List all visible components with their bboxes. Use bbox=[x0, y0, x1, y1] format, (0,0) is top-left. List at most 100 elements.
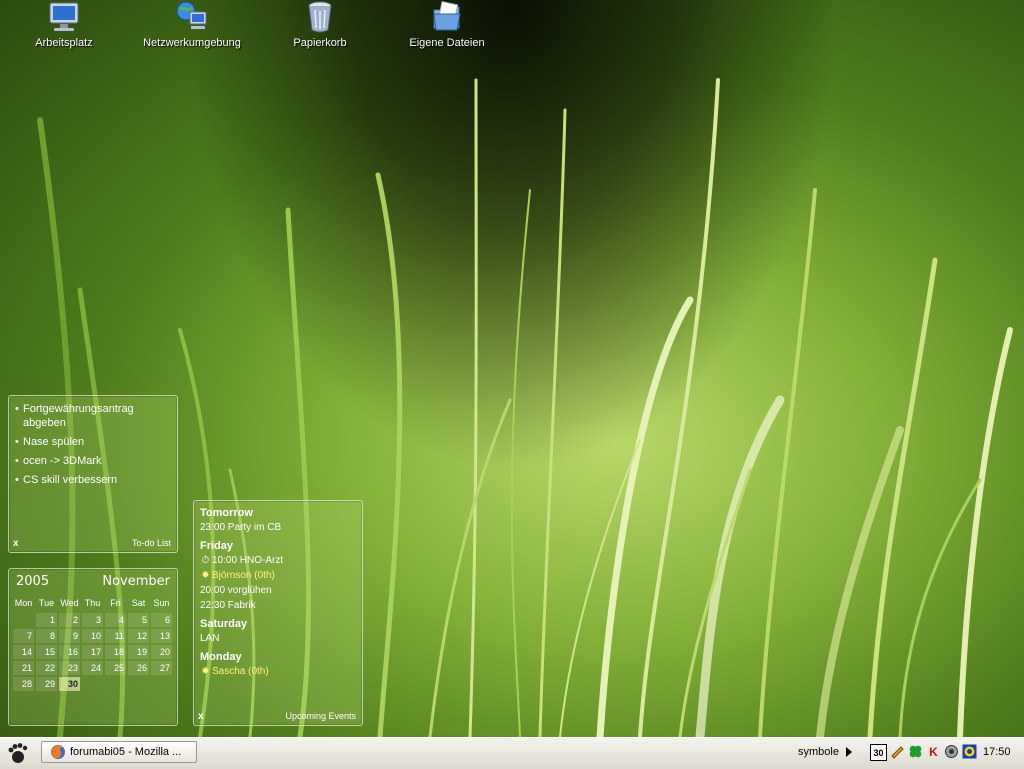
event-entry[interactable]: 23:00 Party im CB bbox=[194, 519, 362, 534]
target-icon[interactable] bbox=[962, 744, 977, 759]
todo-item[interactable]: ocen -> 3DMark bbox=[15, 454, 171, 468]
calendar-day[interactable]: 14 bbox=[13, 645, 34, 659]
calendar-weekday: Thu bbox=[84, 598, 101, 608]
calendar-day[interactable]: 28 bbox=[13, 677, 34, 691]
calendar-day[interactable]: 18 bbox=[105, 645, 126, 659]
calendar-day[interactable]: 21 bbox=[13, 661, 34, 675]
calendar-weekday: Mon bbox=[14, 598, 33, 608]
calendar-widget: 2005 November Mon Tue Wed Thu Fri Sat Sun 1234… bbox=[8, 568, 178, 726]
event-entry[interactable]: LAN bbox=[194, 630, 362, 645]
calendar-day[interactable]: 20 bbox=[151, 645, 172, 659]
network-icon bbox=[176, 1, 207, 29]
todo-item[interactable]: CS skill verbessern bbox=[15, 473, 171, 487]
calendar-weekday: Wed bbox=[60, 598, 79, 608]
calendar-day[interactable]: 17 bbox=[82, 645, 103, 659]
desktop-icon-arbeitsplatz[interactable]: Arbeitsplatz bbox=[9, 0, 119, 49]
calendar-day[interactable]: 4 bbox=[105, 613, 126, 627]
todo-item[interactable]: Nase spülen bbox=[15, 435, 171, 449]
calendar-day[interactable]: 3 bbox=[82, 613, 103, 627]
taskbar-window-title: forumabi05 - Mozilla ... bbox=[70, 746, 182, 758]
calendar-day[interactable]: 19 bbox=[128, 645, 149, 659]
todo-caption: To-do List bbox=[131, 538, 171, 548]
calendar-day[interactable]: 15 bbox=[36, 645, 57, 659]
firefox-icon bbox=[51, 745, 65, 759]
event-day-heading: Saturday bbox=[200, 618, 248, 630]
calendar-day[interactable]: 6 bbox=[151, 613, 172, 627]
todo-item[interactable]: Fortgewährungsantrag abgeben bbox=[15, 402, 171, 430]
calendar-day[interactable]: 29 bbox=[36, 677, 57, 691]
event-text: Sascha (0th) bbox=[212, 666, 269, 677]
calendar-body: 1 2 3 4 5 6 7 8 9 10 11 12 13 14 15 16 17 18 19 20 21 22 23 24 2… bbox=[13, 613, 172, 691]
todo-list: Fortgewährungsantrag abgeben Nase spülen… bbox=[9, 396, 177, 487]
clover-icon[interactable] bbox=[908, 744, 923, 759]
todo-close-button[interactable]: x bbox=[13, 538, 19, 549]
calendar-day[interactable]: 27 bbox=[151, 661, 172, 675]
calendar-empty-cell bbox=[13, 613, 34, 627]
calendar-day[interactable]: 12 bbox=[128, 629, 149, 643]
desktop-icon-label: Arbeitsplatz bbox=[35, 37, 93, 49]
calendar-day[interactable]: 7 bbox=[13, 629, 34, 643]
calendar-week-row: 21 22 23 24 25 26 27 bbox=[13, 661, 172, 675]
birthday-entry[interactable]: ✹ Björnson (0th) bbox=[194, 567, 362, 582]
calendar-day[interactable]: 22 bbox=[36, 661, 57, 675]
calendar-grid: Mon Tue Wed Thu Fri Sat Sun 1 2 3 4 5 6 7 8 9 10 11 12 13 1… bbox=[11, 593, 174, 693]
calendar-day-today[interactable]: 30 bbox=[59, 677, 80, 691]
calendar-day[interactable]: 13 bbox=[151, 629, 172, 643]
calendar-month: November bbox=[102, 574, 170, 589]
calendar-week-row: 14 15 16 17 18 19 20 bbox=[13, 645, 172, 659]
todo-widget: Fortgewährungsantrag abgeben Nase spülen… bbox=[8, 395, 178, 553]
calendar-empty-cell bbox=[105, 677, 126, 691]
tray-label[interactable]: symbole bbox=[798, 746, 839, 758]
desktop-icon-label: Eigene Dateien bbox=[409, 37, 485, 49]
calendar-day[interactable]: 23 bbox=[59, 661, 80, 675]
birthday-entry[interactable]: ✹ Sascha (0th) bbox=[194, 663, 362, 678]
desktop-icon-label: Netzwerkumgebung bbox=[143, 37, 241, 49]
event-text: 22:30 Fabrik bbox=[200, 600, 256, 611]
calendar-day[interactable]: 10 bbox=[82, 629, 103, 643]
speaker-icon[interactable] bbox=[944, 744, 959, 759]
calendar-day[interactable]: 16 bbox=[59, 645, 80, 659]
taskbar-window-button[interactable]: forumabi05 - Mozilla ... bbox=[41, 741, 197, 763]
events-close-button[interactable]: x bbox=[198, 711, 204, 722]
k-red-icon[interactable]: K bbox=[926, 744, 941, 759]
calendar-year: 2005 bbox=[16, 574, 50, 589]
alarm-clock-icon: ⏱ bbox=[201, 555, 210, 566]
desktop-icon-netzwerkumgebung[interactable]: Netzwerkumgebung bbox=[137, 0, 247, 49]
calendar-day[interactable]: 9 bbox=[59, 629, 80, 643]
calendar-week-row: 28 29 30 bbox=[13, 677, 172, 691]
calendar-day[interactable]: 2 bbox=[59, 613, 80, 627]
system-tray: 30 K bbox=[870, 744, 977, 761]
desktop-icon-eigene-dateien[interactable]: Eigene Dateien bbox=[392, 0, 502, 49]
events-list: Tomorrow 23:00 Party im CB Friday ⏱ 10:00 HN… bbox=[194, 501, 362, 678]
event-day-heading: Tomorrow bbox=[200, 507, 253, 519]
calendar-day[interactable]: 5 bbox=[128, 613, 149, 627]
calendar-empty-cell bbox=[82, 677, 103, 691]
calendar-30-icon[interactable]: 30 bbox=[870, 744, 887, 761]
calendar-day[interactable]: 24 bbox=[82, 661, 103, 675]
taskbar: forumabi05 - Mozilla ... symbole 30 K 17… bbox=[0, 737, 1024, 769]
recycle-bin-icon bbox=[308, 1, 332, 33]
desktop-icon-papierkorb[interactable]: Papierkorb bbox=[265, 0, 375, 49]
calendar-empty-cell bbox=[151, 677, 172, 691]
calendar-weekday: Sat bbox=[131, 598, 146, 608]
pencil-icon[interactable] bbox=[890, 744, 905, 759]
calendar-day[interactable]: 25 bbox=[105, 661, 126, 675]
calendar-day[interactable]: 11 bbox=[105, 629, 126, 643]
event-entry[interactable]: 20:00 vorglühen bbox=[194, 582, 362, 597]
calendar-day[interactable]: 1 bbox=[36, 613, 57, 627]
calendar-day[interactable]: 8 bbox=[36, 629, 57, 643]
tray-expand-arrow-icon[interactable] bbox=[846, 747, 852, 757]
event-entry[interactable]: ⏱ 10:00 HNO-Arzt bbox=[194, 552, 362, 567]
calendar-week-row: 7 8 9 10 11 12 13 bbox=[13, 629, 172, 643]
desktop-icon-label: Papierkorb bbox=[293, 37, 347, 49]
gnome-foot-icon[interactable] bbox=[6, 742, 30, 764]
events-caption: Upcoming Events bbox=[285, 711, 356, 721]
calendar-week-row: 123456 bbox=[13, 613, 172, 627]
calendar-weekday: Tue bbox=[38, 598, 55, 608]
calendar-empty-cell bbox=[128, 677, 149, 691]
clock[interactable]: 17:50 bbox=[983, 746, 1011, 758]
event-entry[interactable]: 22:30 Fabrik bbox=[194, 597, 362, 612]
upcoming-events-widget: Tomorrow 23:00 Party im CB Friday ⏱ 10:00 HN… bbox=[193, 500, 363, 726]
calendar-day[interactable]: 26 bbox=[128, 661, 149, 675]
event-text: LAN bbox=[200, 633, 220, 644]
